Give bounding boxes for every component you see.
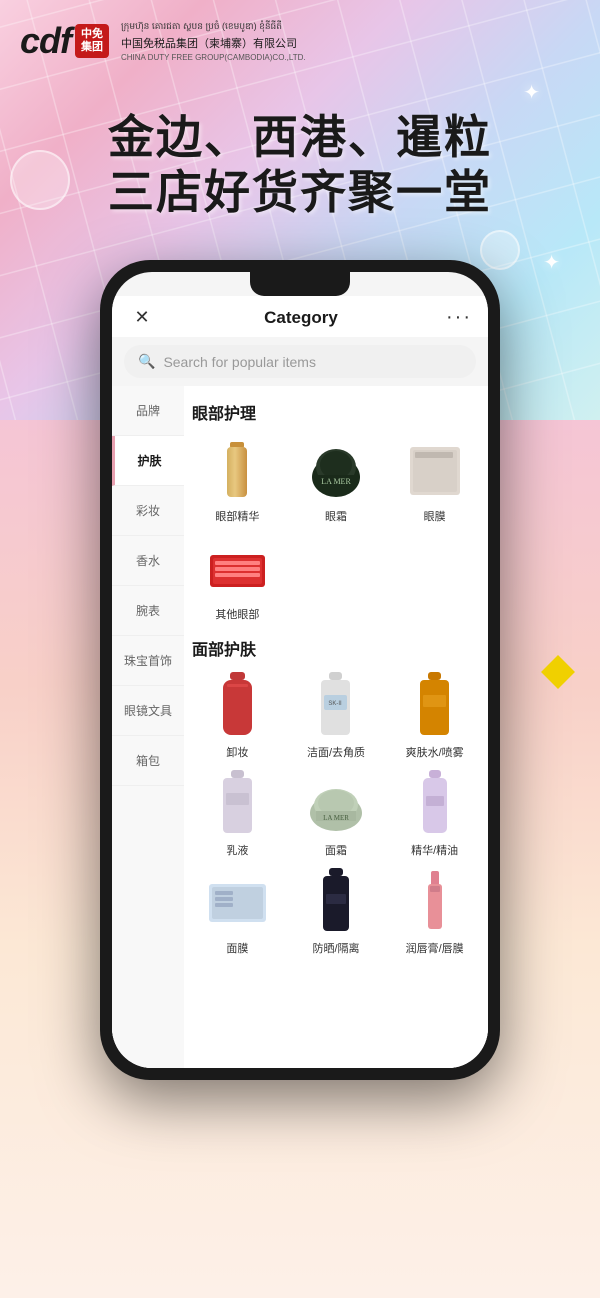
product-label-mask: 面膜 [226,940,248,956]
svg-text:LA MER: LA MER [323,814,349,822]
logo-right-text: ក្រុមហ៊ុន គោរជតា ស្ថបន ប្រចំ (ខេមបូឌា) ខ… [121,20,306,64]
phone-frame: ✕ Category ··· 🔍 Search for popular item… [100,260,500,1080]
sidebar-item-glasses[interactable]: 眼镜文具 [112,686,184,736]
phone-notch [250,272,350,296]
hero-line-2: 三店好货齐聚一堂 [0,165,600,220]
sidebar-item-watches[interactable]: 腕表 [112,586,184,636]
product-toner[interactable]: 爽肤水/喷雾 [389,670,480,760]
product-lotion[interactable]: 乳液 [192,768,283,858]
product-sunscreen[interactable]: 防晒/隔离 [291,866,382,956]
product-cream[interactable]: LA MER 面霜 [291,768,382,858]
product-label-eye-serum: 眼部精华 [215,508,259,524]
product-label-toner: 爽肤水/喷雾 [406,744,464,760]
product-label-makeup-remover: 卸妆 [226,744,248,760]
product-eye-serum[interactable]: 眼部精华 [192,434,283,524]
logo-badge: 中免 集团 [75,24,109,58]
eye-care-grid: 眼部精华 LA MER 眼霜 [192,434,480,622]
product-label-cleanser: 洁面/去角质 [307,744,365,760]
sidebar-item-makeup[interactable]: 彩妆 [112,486,184,536]
product-img-cleanser: SK-II [301,670,371,740]
company-en: CHINA DUTY FREE GROUP(CAMBODIA)CO.,LTD. [121,52,306,64]
hero-text: 金边、西港、暹粒 三店好货齐聚一堂 [0,110,600,220]
face-care-grid: 卸妆 SK-II 洁面/去角质 [192,670,480,956]
product-img-lip [400,866,470,936]
product-makeup-remover[interactable]: 卸妆 [192,670,283,760]
content-area: 品牌 护肤 彩妆 香水 腕表 珠宝首饰 眼镜文具 箱包 眼部护理 [112,386,488,1068]
header-section: cdf 中免 集团 ក្រុមហ៊ុន គោរជតា ស្ថបន ប្រចំ (… [20,20,580,64]
search-placeholder-text: Search for popular items [163,354,316,370]
close-button[interactable]: ✕ [128,307,156,328]
sidebar-item-jewelry[interactable]: 珠宝首饰 [112,636,184,686]
right-content: 眼部护理 [184,386,488,1068]
product-img-lotion [202,768,272,838]
product-img-mask [202,866,272,936]
product-img-sunscreen [301,866,371,936]
product-label-eye-cream: 眼霜 [325,508,347,524]
cdf-text: cdf [20,20,71,62]
section-title-face: 面部护肤 [192,630,480,670]
product-label-essence: 精华/精油 [411,842,458,858]
product-label-lip: 润唇膏/唇膜 [406,940,464,956]
deco-bubble-2 [480,230,520,270]
product-img-eye-cream: LA MER [301,434,371,504]
app-header: ✕ Category ··· [112,296,488,337]
sidebar-item-skincare[interactable]: 护肤 [112,436,184,486]
cdf-logo: cdf 中免 集团 [20,20,109,62]
product-label-lotion: 乳液 [226,842,248,858]
product-img-essence [400,768,470,838]
product-img-toner [400,670,470,740]
sparkle-icon-1: ✦ [523,80,540,105]
svg-text:SK-II: SK-II [329,701,343,707]
product-cleanser[interactable]: SK-II 洁面/去角质 [291,670,382,760]
product-mask[interactable]: 面膜 [192,866,283,956]
phone-screen: ✕ Category ··· 🔍 Search for popular item… [112,272,488,1068]
sidebar-item-perfume[interactable]: 香水 [112,536,184,586]
sparkle-icon-3: ✦ [543,250,560,275]
product-eye-mask[interactable]: 眼膜 [389,434,480,524]
svg-text:LA MER: LA MER [321,477,351,486]
product-other-eye[interactable]: 其他眼部 [192,532,283,622]
product-label-cream: 面霜 [325,842,347,858]
search-bar[interactable]: 🔍 Search for popular items [124,345,476,378]
search-icon: 🔍 [138,353,155,370]
hero-line-1: 金边、西港、暹粒 [0,110,600,165]
product-essence[interactable]: 精华/精油 [389,768,480,858]
section-title-eye: 眼部护理 [192,394,480,434]
product-img-makeup-remover [202,670,272,740]
product-img-cream: LA MER [301,768,371,838]
product-label-sunscreen: 防晒/隔离 [312,940,359,956]
product-img-eye-serum [202,434,272,504]
company-cn: 中国免税品集团（柬埔寨）有限公司 [121,36,306,53]
more-button[interactable]: ··· [446,306,472,329]
product-img-other-eye [202,532,272,602]
sidebar-item-bags[interactable]: 箱包 [112,736,184,786]
product-img-eye-mask [400,434,470,504]
company-khmer: ក្រុមហ៊ុន គោរជតា ស្ថបន ប្រចំ (ខេមបូឌា) ខ… [121,20,306,34]
product-label-other-eye: 其他眼部 [215,606,259,622]
category-sidebar: 品牌 护肤 彩妆 香水 腕表 珠宝首饰 眼镜文具 箱包 [112,386,184,1068]
product-eye-cream[interactable]: LA MER 眼霜 [291,434,382,524]
app-title: Category [264,308,338,328]
product-lip[interactable]: 润唇膏/唇膜 [389,866,480,956]
sidebar-item-brand[interactable]: 品牌 [112,386,184,436]
product-label-eye-mask: 眼膜 [424,508,446,524]
